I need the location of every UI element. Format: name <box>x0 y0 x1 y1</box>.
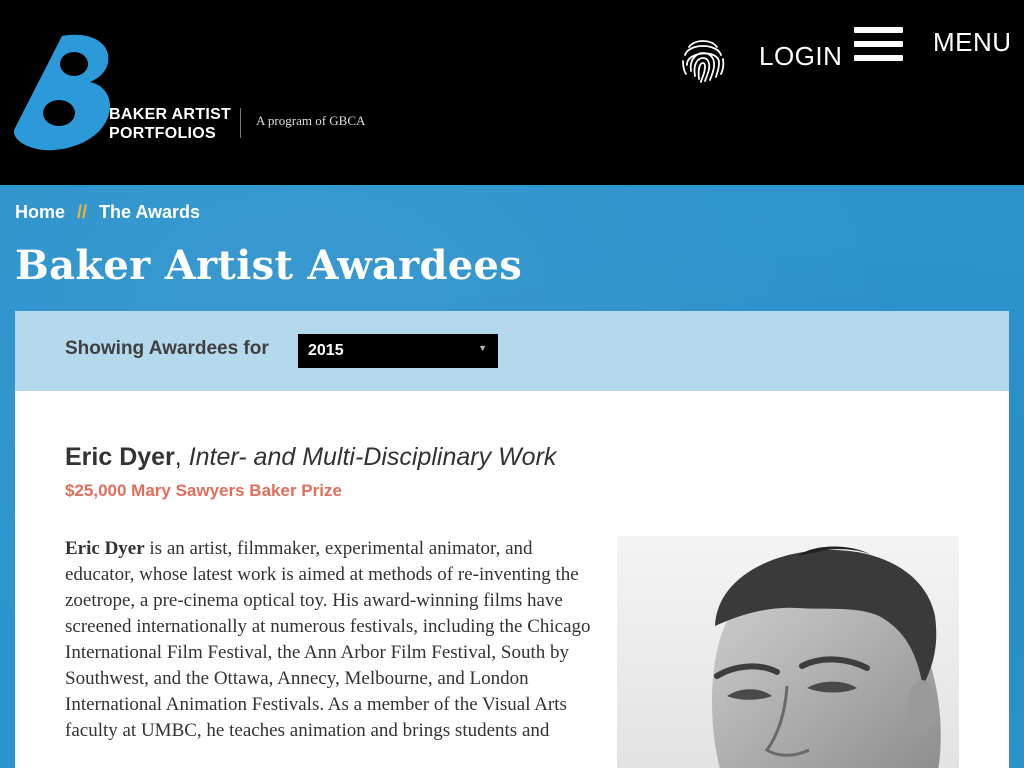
awardee-photo[interactable] <box>617 536 959 768</box>
baker-logo-icon[interactable] <box>14 34 112 152</box>
page-title: Baker Artist Awardees <box>15 242 523 289</box>
filter-label: Showing Awardees for <box>65 338 269 359</box>
menu-link[interactable]: MENU <box>933 27 1012 58</box>
brand-line-1: BAKER ARTIST <box>109 106 232 123</box>
year-select-value: 2015 <box>308 342 344 359</box>
awardee-content: Eric Dyer, Inter- and Multi-Disciplinary… <box>15 391 1009 768</box>
awardee-bio: Eric Dyer is an artist, filmmaker, exper… <box>65 536 595 744</box>
year-select[interactable]: 2015 ▼ <box>298 334 498 368</box>
breadcrumb-the-awards[interactable]: The Awards <box>99 202 200 222</box>
portrait-image <box>617 536 959 768</box>
bio-lead-name: Eric Dyer <box>65 538 145 559</box>
breadcrumb-separator: // <box>77 202 88 222</box>
year-filter-bar: Showing Awardees for 2015 ▼ <box>15 311 1009 391</box>
hamburger-icon[interactable] <box>854 27 904 61</box>
awardee-discipline: Inter- and Multi-Disciplinary Work <box>188 443 557 471</box>
login-link[interactable]: LOGIN <box>759 41 842 72</box>
tagline: A program of GBCA <box>256 113 366 128</box>
site-header: BAKER ARTIST PORTFOLIOS A program of GBC… <box>0 0 1024 185</box>
awardee-prize: $25,000 Mary Sawyers Baker Prize <box>65 481 342 500</box>
awardee-comma: , <box>174 443 182 471</box>
breadcrumb: Home // The Awards <box>15 202 200 223</box>
brand-name[interactable]: BAKER ARTIST PORTFOLIOS <box>109 105 231 143</box>
awardee-heading: Eric Dyer, Inter- and Multi-Disciplinary… <box>65 443 556 472</box>
awardee-name[interactable]: Eric Dyer <box>65 443 175 471</box>
caret-down-icon: ▼ <box>478 343 487 353</box>
fingerprint-icon[interactable] <box>677 33 729 85</box>
bio-text: is an artist, filmmaker, experimental an… <box>65 538 591 741</box>
breadcrumb-home[interactable]: Home <box>15 202 65 222</box>
brand-divider <box>240 108 241 138</box>
brand-line-2: PORTFOLIOS <box>109 125 216 142</box>
